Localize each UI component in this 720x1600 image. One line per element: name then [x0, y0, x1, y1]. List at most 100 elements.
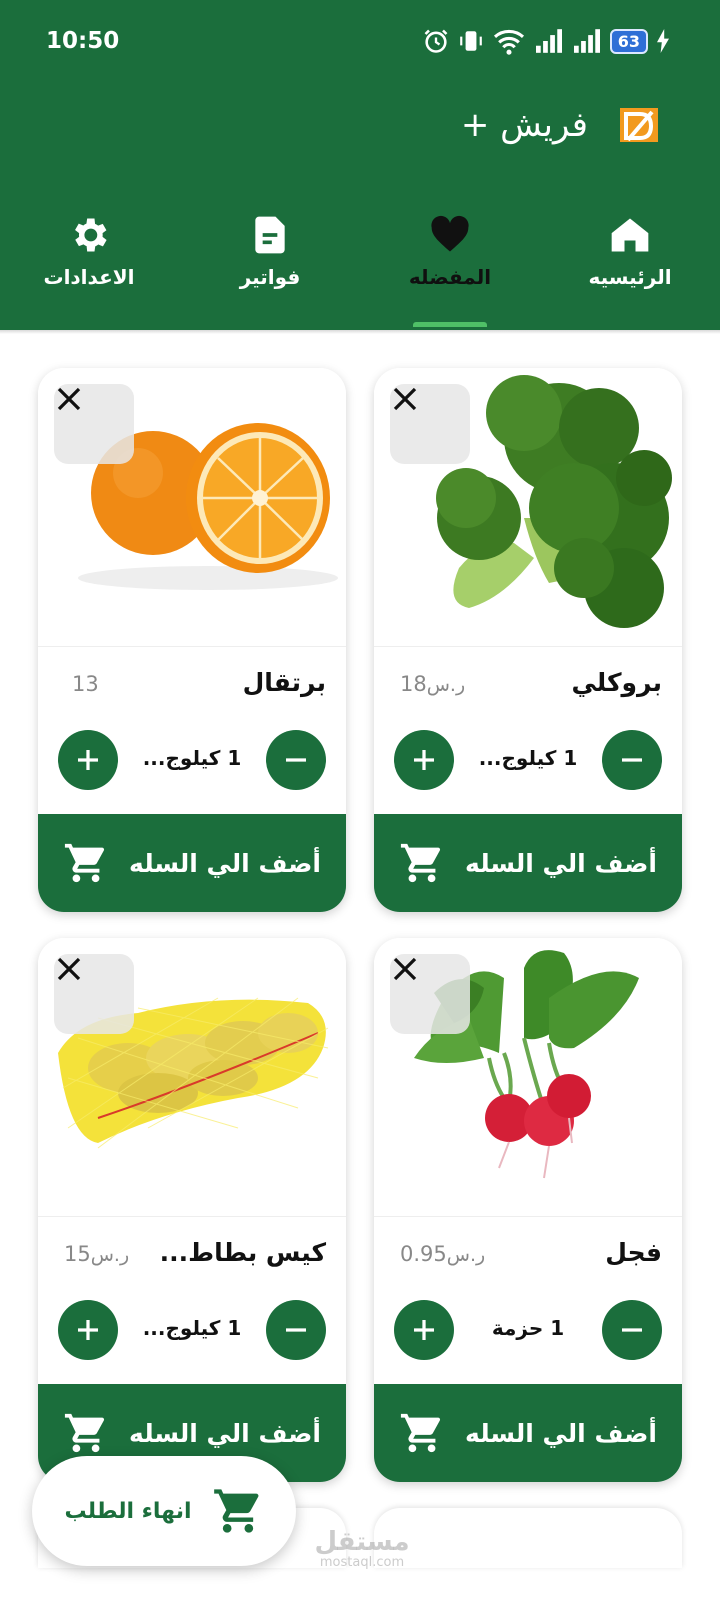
home-icon: [611, 218, 649, 252]
battery-indicator: 63: [609, 28, 648, 54]
add-to-cart-label: أضف الي السله: [129, 848, 321, 878]
decrease-quantity-button[interactable]: [266, 1300, 326, 1360]
fresh-plus-logo-icon: [620, 108, 658, 142]
add-to-cart-button[interactable]: أضف الي السله: [374, 814, 682, 912]
signal-icon-1: [535, 29, 562, 53]
product-price: 13: [64, 672, 99, 696]
plus-icon: [78, 1320, 98, 1340]
product-card-orange[interactable]: برتقال 13 1 كيلوج... أضف الي السله: [38, 368, 346, 912]
product-card-potato-bag[interactable]: كيس بطاط... ر.س15 1 كيلوج... أضف الي الس…: [38, 938, 346, 1482]
add-to-cart-label: أضف الي السله: [465, 848, 657, 878]
vibrate-icon: [459, 31, 482, 51]
watermark-arabic: مستقل: [314, 1527, 410, 1557]
plus-icon: [414, 750, 434, 770]
quantity-value: 1 كيلوج...: [478, 746, 578, 770]
price-value: 0.95: [400, 1242, 447, 1266]
cart-icon: [64, 1413, 105, 1453]
add-to-cart-label: أضف الي السله: [465, 1418, 657, 1448]
minus-icon: [622, 758, 642, 762]
product-name: كيس بطاط...: [159, 1238, 326, 1267]
tab-invoices-label: فواتير: [239, 265, 301, 289]
active-tab-indicator: [413, 322, 487, 327]
cart-icon: [64, 843, 105, 883]
product-image-potato-bag: [38, 938, 346, 1216]
app-header: 10:50 63 فريش + الرئيسيه المفضله فواتير …: [0, 0, 720, 330]
watermark-latin: mostaql.com: [319, 1555, 405, 1570]
decrease-quantity-button[interactable]: [266, 730, 326, 790]
cart-icon: [213, 1489, 258, 1533]
tab-settings-label: الاعدادات: [43, 265, 135, 289]
charging-icon: [657, 29, 669, 53]
product-card-broccoli[interactable]: بروكلي ر.س18 1 كيلوج... أضف الي السله: [374, 368, 682, 912]
minus-icon: [622, 1328, 642, 1332]
increase-quantity-button[interactable]: [58, 730, 118, 790]
minus-icon: [286, 758, 306, 762]
product-price: ر.س0.95: [400, 1242, 493, 1266]
close-icon: [393, 957, 417, 981]
heart-icon: [431, 215, 469, 252]
add-to-cart-label: أضف الي السله: [129, 1418, 321, 1448]
tab-invoices[interactable]: فواتير: [195, 205, 345, 330]
product-name: برتقال: [242, 668, 326, 697]
plus-icon: [414, 1320, 434, 1340]
remove-favorite-button[interactable]: [54, 384, 134, 464]
product-name: فجل: [605, 1238, 662, 1267]
decrease-quantity-button[interactable]: [602, 1300, 662, 1360]
product-image-orange: [38, 368, 346, 646]
status-bar: 10:50 63: [0, 0, 720, 84]
price-currency: ر.س: [446, 1244, 486, 1266]
checkout-button[interactable]: انهاء الطلب: [32, 1456, 296, 1566]
header-shadow: [0, 330, 720, 334]
price-value: 18: [400, 672, 427, 696]
plus-icon: [78, 750, 98, 770]
wifi-icon: [493, 29, 524, 55]
product-image-broccoli: [374, 368, 682, 646]
remove-favorite-button[interactable]: [54, 954, 134, 1034]
gear-icon: [75, 218, 107, 252]
signal-icon-2: [573, 29, 600, 53]
status-icons: 63: [422, 26, 670, 56]
tab-settings[interactable]: الاعدادات: [14, 205, 164, 330]
watermark: مستقل mostaql.com: [312, 1527, 412, 1570]
tab-home[interactable]: الرئيسيه: [555, 205, 705, 330]
close-icon: [393, 387, 417, 411]
product-card-next-right[interactable]: [374, 1508, 682, 1568]
tab-favorites-label: المفضله: [408, 265, 492, 289]
card-divider: [38, 646, 346, 647]
alarm-icon: [424, 29, 448, 53]
price-value: 13: [72, 672, 99, 696]
product-card-radish[interactable]: فجل ر.س0.95 1 حزمة أضف الي السله: [374, 938, 682, 1482]
increase-quantity-button[interactable]: [394, 730, 454, 790]
product-image-radish: [374, 938, 682, 1216]
remove-favorite-button[interactable]: [390, 954, 470, 1034]
increase-quantity-button[interactable]: [394, 1300, 454, 1360]
app-title: فريش +: [460, 105, 588, 145]
add-to-cart-button[interactable]: أضف الي السله: [374, 1384, 682, 1482]
product-price: ر.س18: [400, 672, 473, 696]
checkout-label: انهاء الطلب: [64, 1498, 192, 1524]
close-icon: [57, 957, 81, 981]
decrease-quantity-button[interactable]: [602, 730, 662, 790]
tab-favorites[interactable]: المفضله: [375, 205, 525, 330]
quantity-value: 1 كيلوج...: [142, 1316, 242, 1340]
product-price: ر.س15: [64, 1242, 137, 1266]
minus-icon: [286, 1328, 306, 1332]
tab-home-label: الرئيسيه: [588, 265, 672, 289]
app-bar: فريش +: [461, 104, 660, 146]
remove-favorite-button[interactable]: [390, 384, 470, 464]
product-name: بروكلي: [571, 668, 662, 697]
price-currency: ر.س: [426, 674, 466, 696]
cart-icon: [400, 1413, 441, 1453]
price-value: 15: [64, 1242, 91, 1266]
increase-quantity-button[interactable]: [58, 1300, 118, 1360]
cart-icon: [400, 843, 441, 883]
status-time: 10:50: [46, 28, 120, 54]
quantity-value: 1 كيلوج...: [142, 746, 242, 770]
tab-bar: الرئيسيه المفضله فواتير الاعدادات: [0, 205, 720, 330]
add-to-cart-button[interactable]: أضف الي السله: [38, 814, 346, 912]
quantity-value: 1 حزمة: [491, 1316, 565, 1340]
close-icon: [57, 387, 81, 411]
document-icon: [255, 216, 285, 254]
card-divider: [374, 1216, 682, 1217]
price-currency: ر.س: [90, 1244, 130, 1266]
